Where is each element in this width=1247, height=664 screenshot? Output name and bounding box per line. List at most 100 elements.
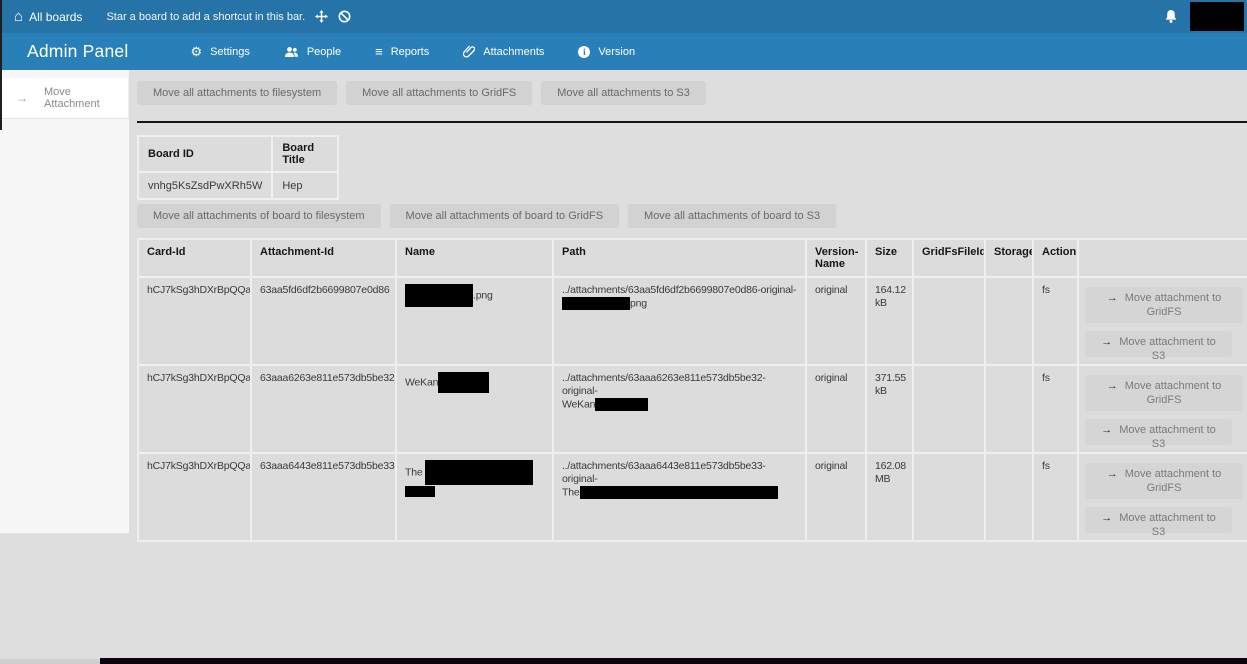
cell-attachment-id: 63aaa6443e811e573db5be33 xyxy=(251,453,396,541)
arrow-right-icon: → xyxy=(16,91,28,105)
cell-version-name: original xyxy=(806,365,866,453)
cell-size: 371.55 kB xyxy=(866,365,913,453)
move-board-to-filesystem-button[interactable]: Move all attachments of board to filesys… xyxy=(137,204,381,228)
cell-storage xyxy=(985,277,1033,365)
move-all-to-filesystem-button[interactable]: Move all attachments to filesystem xyxy=(137,81,337,105)
header-action: Action xyxy=(1033,239,1078,277)
button-label: Move attachment to S3 xyxy=(1119,424,1216,450)
move-all-to-s3-button[interactable]: Move all attachments to S3 xyxy=(541,81,706,105)
cell-gridfsfileid xyxy=(913,277,985,365)
cell-name: WeKan xyxy=(396,365,553,453)
cell-version-name: original xyxy=(806,453,866,541)
move-attachment-to-s3-button[interactable]: →Move attachment to S3 xyxy=(1085,331,1232,357)
tab-label: Version xyxy=(598,46,635,58)
tab-label: People xyxy=(307,46,341,58)
header-size: Size xyxy=(866,239,913,277)
sidebar-item-label: Move Attachment xyxy=(44,86,128,110)
attachment-row: hCJ7kSg3hDXrBpQQa63aa5fd6df2b6699807e0d8… xyxy=(138,277,1247,365)
divider-line xyxy=(137,121,1247,123)
arrow-right-icon: → xyxy=(1107,380,1118,392)
cell-row-buttons: →Move attachment to GridFS→Move attachme… xyxy=(1078,277,1247,365)
admin-nav: ⚙ Settings People ≡ Reports Attachments xyxy=(190,45,635,58)
header-version-name: Version-Name xyxy=(806,239,866,277)
cell-attachment-id: 63aaa6263e811e573db5be32 xyxy=(251,365,396,453)
move-icon[interactable] xyxy=(315,10,328,23)
move-board-to-s3-button[interactable]: Move all attachments of board to S3 xyxy=(628,204,836,228)
cell-row-buttons: →Move attachment to GridFS→Move attachme… xyxy=(1078,453,1247,541)
move-all-to-gridfs-button[interactable]: Move all attachments to GridFS xyxy=(346,81,532,105)
tab-attachments[interactable]: Attachments xyxy=(463,45,544,58)
arrow-right-icon: → xyxy=(1101,336,1112,348)
move-attachment-to-gridfs-button[interactable]: →Move attachment to GridFS xyxy=(1085,287,1243,323)
sidebar: → Move Attachment xyxy=(0,70,129,533)
paperclip-icon xyxy=(463,45,475,58)
attachment-row: hCJ7kSg3hDXrBpQQa63aaa6263e811e573db5be3… xyxy=(138,365,1247,453)
top-bar: ⌂ All boards Star a board to add a short… xyxy=(0,0,1247,33)
board-title-header: Board Title xyxy=(272,136,338,172)
move-board-to-gridfs-button[interactable]: Move all attachments of board to GridFS xyxy=(390,204,619,228)
ban-icon[interactable] xyxy=(338,10,351,23)
move-attachment-to-s3-button[interactable]: →Move attachment to S3 xyxy=(1085,419,1232,445)
redacted-text xyxy=(405,486,435,497)
page-title: Admin Panel xyxy=(27,41,128,62)
header-buttons xyxy=(1078,239,1247,277)
global-buttons-row: Move all attachments to filesystem Move … xyxy=(137,81,1247,105)
tab-reports[interactable]: ≡ Reports xyxy=(375,45,429,58)
header-attachment-id: Attachment-Id xyxy=(251,239,396,277)
button-label: Move attachment to GridFS xyxy=(1125,468,1222,494)
move-attachment-to-gridfs-button[interactable]: → Move attachment to GridFS xyxy=(1085,375,1243,411)
bell-icon[interactable] xyxy=(1164,9,1178,24)
cell-text: WeKan xyxy=(562,398,595,410)
cell-action: fs xyxy=(1033,365,1078,453)
cell-path: ../attachments/63aaa6263e811e573db5be32-… xyxy=(553,365,806,453)
arrow-right-icon: → xyxy=(1101,424,1112,436)
cell-action: fs xyxy=(1033,453,1078,541)
button-label: Move attachment to GridFS xyxy=(1125,292,1222,318)
cell-attachment-id: 63aa5fd6df2b6699807e0d86 xyxy=(251,277,396,365)
sidebar-item-move-attachment[interactable]: → Move Attachment xyxy=(0,78,129,119)
all-boards-label: All boards xyxy=(29,10,82,24)
cell-card-id: hCJ7kSg3hDXrBpQQa xyxy=(138,365,251,453)
wekan-admin-screen: ⌂ All boards Star a board to add a short… xyxy=(0,0,1247,664)
board-id-header: Board ID xyxy=(138,136,272,172)
tab-label: Reports xyxy=(391,46,430,58)
move-attachment-to-gridfs-button[interactable]: →Move attachment to GridFS xyxy=(1085,463,1243,499)
cell-card-id: hCJ7kSg3hDXrBpQQa xyxy=(138,277,251,365)
admin-header: Admin Panel ⚙ Settings People ≡ Reports xyxy=(0,33,1247,70)
cell-storage xyxy=(985,365,1033,453)
cell-text: .png xyxy=(473,289,493,301)
board-row: vnhg5KsZsdPwXRh5W Hep xyxy=(138,172,338,199)
move-attachment-to-s3-button[interactable]: →Move attachment to S3 xyxy=(1085,507,1232,533)
tab-version[interactable]: i Version xyxy=(578,46,635,58)
board-table: Board ID Board Title vnhg5KsZsdPwXRh5W H… xyxy=(137,135,339,200)
cell-size: 164.12 kB xyxy=(866,277,913,365)
cell-name: .png xyxy=(396,277,553,365)
cell-text: png xyxy=(630,297,647,309)
cell-path: ../attachments/63aaa6443e811e573db5be33-… xyxy=(553,453,806,541)
redacted-text xyxy=(595,398,648,411)
arrow-right-icon: → xyxy=(1101,512,1112,524)
tab-settings[interactable]: ⚙ Settings xyxy=(190,45,249,58)
cell-card-id: hCJ7kSg3hDXrBpQQa xyxy=(138,453,251,541)
board-buttons-row: Move all attachments of board to filesys… xyxy=(137,204,1247,228)
main-content: Move all attachments to filesystem Move … xyxy=(137,70,1247,542)
cell-action: fs xyxy=(1033,277,1078,365)
cell-gridfsfileid xyxy=(913,365,985,453)
header-storage: Storage xyxy=(985,239,1033,277)
info-icon: i xyxy=(578,46,590,58)
attachments-table-body: hCJ7kSg3hDXrBpQQa63aa5fd6df2b6699807e0d8… xyxy=(138,277,1247,541)
button-label: Move attachment to GridFS xyxy=(1125,380,1222,406)
list-icon: ≡ xyxy=(375,45,383,58)
cell-path: ../attachments/63aa5fd6df2b6699807e0d86-… xyxy=(553,277,806,365)
bottom-left-strip xyxy=(0,659,100,664)
cell-storage xyxy=(985,453,1033,541)
cell-text: The xyxy=(405,466,425,478)
all-boards-link[interactable]: ⌂ All boards xyxy=(14,9,82,24)
redacted-text xyxy=(562,297,630,310)
header-card-id: Card-Id xyxy=(138,239,251,277)
header-path: Path xyxy=(553,239,806,277)
redacted-text xyxy=(438,372,489,393)
redacted-text xyxy=(405,284,473,307)
tab-people[interactable]: People xyxy=(284,46,341,58)
attachments-table: Card-Id Attachment-Id Name Path Version-… xyxy=(137,238,1247,542)
